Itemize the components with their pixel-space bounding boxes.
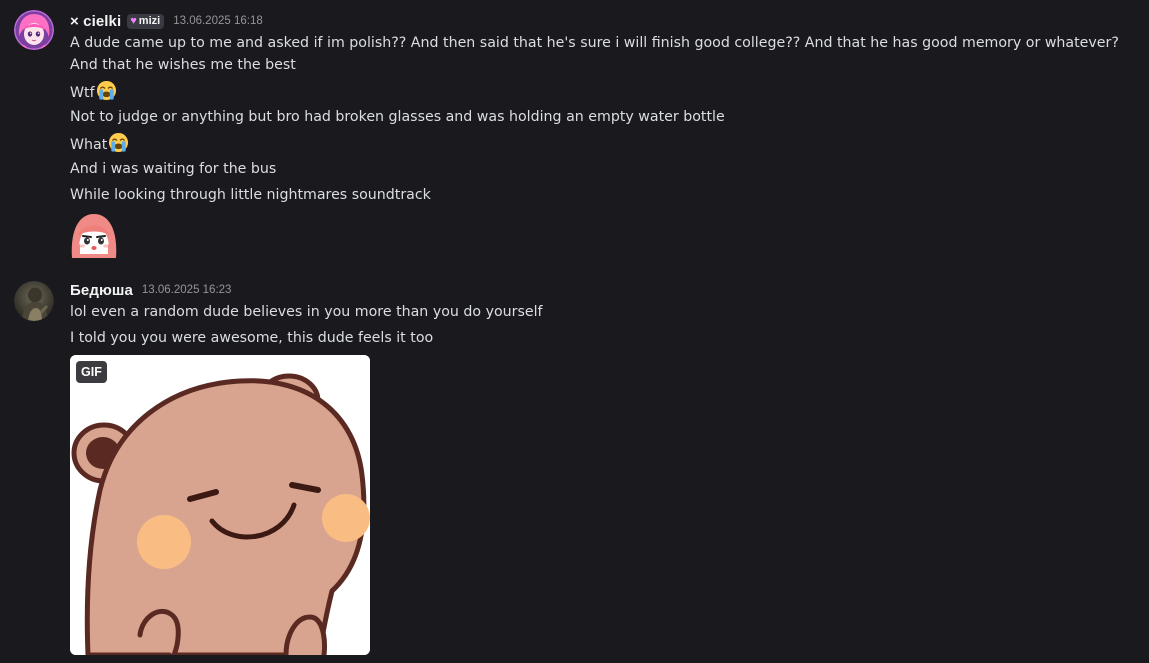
timestamp[interactable]: 13.06.2025 16:23: [142, 284, 232, 296]
message-text: What: [70, 137, 108, 153]
anime-sticker[interactable]: [70, 210, 118, 258]
heart-icon: ♥: [130, 15, 137, 27]
username[interactable]: Бедюша: [70, 282, 133, 299]
message-line: What: [70, 132, 129, 160]
avatar[interactable]: [14, 10, 54, 50]
gif-badge: GIF: [76, 361, 107, 383]
chat-messages: × cielki ♥ mizi 13.06.2025 16:18 A dude …: [0, 0, 1149, 663]
message-header: × cielki ♥ mizi 13.06.2025 16:18: [70, 12, 263, 30]
message-text: And i was waiting for the bus: [70, 161, 277, 177]
timestamp[interactable]: 13.06.2025 16:18: [173, 15, 263, 27]
username[interactable]: × cielki: [70, 13, 121, 30]
loudly-crying-face-icon[interactable]: [108, 132, 129, 160]
message-header: Бедюша 13.06.2025 16:23: [70, 281, 231, 299]
message-line: Wtf: [70, 80, 117, 108]
smiling-bear-image: [70, 355, 370, 655]
message-text: Not to judge or anything but bro had bro…: [70, 109, 725, 125]
server-tag-label: mizi: [138, 15, 161, 27]
message-text: I told you you were awesome, this dude f…: [70, 330, 434, 346]
loudly-crying-face-icon[interactable]: [96, 80, 117, 108]
server-tag-badge[interactable]: ♥ mizi: [127, 13, 165, 29]
message-text: While looking through little nightmares …: [70, 187, 431, 203]
message-text: A dude came up to me and asked if im pol…: [70, 35, 1119, 73]
message-text: Wtf: [70, 85, 95, 101]
avatar[interactable]: [14, 281, 54, 321]
message-text: lol even a random dude believes in you m…: [70, 304, 543, 320]
gif-attachment[interactable]: GIF: [70, 355, 370, 655]
